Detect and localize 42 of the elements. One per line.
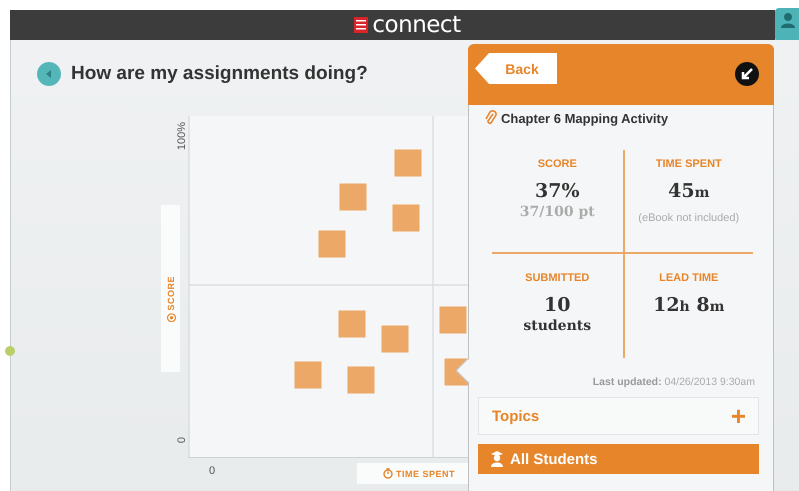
stat-label: LEAD TIME <box>659 272 718 284</box>
last-updated-text: Last updated: 04/26/2013 9:30am <box>592 375 756 388</box>
stat-label: TIME SPENT <box>656 158 722 170</box>
paperclip-icon <box>485 110 497 126</box>
axis-tick-label: 100% <box>176 122 188 150</box>
logo-icon <box>354 17 368 33</box>
stat-value: 10 <box>544 294 570 317</box>
stat-value: 45m <box>668 180 710 204</box>
stat-value: 12h 8m <box>653 294 724 318</box>
profile-button[interactable] <box>775 8 799 42</box>
target-icon <box>166 312 176 322</box>
back-circle-button[interactable] <box>37 62 61 86</box>
stat-detail: students <box>523 317 592 335</box>
score-axis-label: SCORE <box>163 276 179 322</box>
assignment-title: Chapter 6 Mapping Activity <box>501 110 668 126</box>
student-icon <box>490 451 504 467</box>
stat-value: 37% <box>535 180 580 203</box>
page-title: How are my assignments doing? <box>71 63 368 85</box>
handle-dot[interactable] <box>5 346 15 356</box>
caret-icon <box>44 69 54 79</box>
data-point[interactable] <box>340 184 366 210</box>
stat-detail: 37/100 pt <box>520 203 595 221</box>
stat-label: SCORE <box>538 158 577 170</box>
person-icon <box>781 12 795 28</box>
brand-name: connect <box>372 11 461 39</box>
back-button[interactable]: Back <box>475 53 557 84</box>
stat-note: (eBook not included) <box>638 211 740 226</box>
data-point[interactable] <box>440 306 466 334</box>
data-point[interactable] <box>338 310 366 338</box>
expand-toggle[interactable]: + <box>730 403 746 429</box>
data-point[interactable] <box>394 150 422 176</box>
data-point[interactable] <box>318 230 346 258</box>
data-point[interactable] <box>382 326 408 352</box>
topics-row[interactable]: Topics + <box>478 397 759 435</box>
data-point[interactable] <box>392 204 420 232</box>
stopwatch-icon <box>382 468 393 479</box>
students-row[interactable]: All Students <box>478 444 759 474</box>
axis-tick-label: 0 <box>176 437 188 444</box>
axis-tick-label: 0 <box>209 465 216 477</box>
data-point[interactable] <box>348 366 374 394</box>
stat-label: SUBMITTED <box>525 272 590 284</box>
data-point[interactable] <box>294 362 322 388</box>
